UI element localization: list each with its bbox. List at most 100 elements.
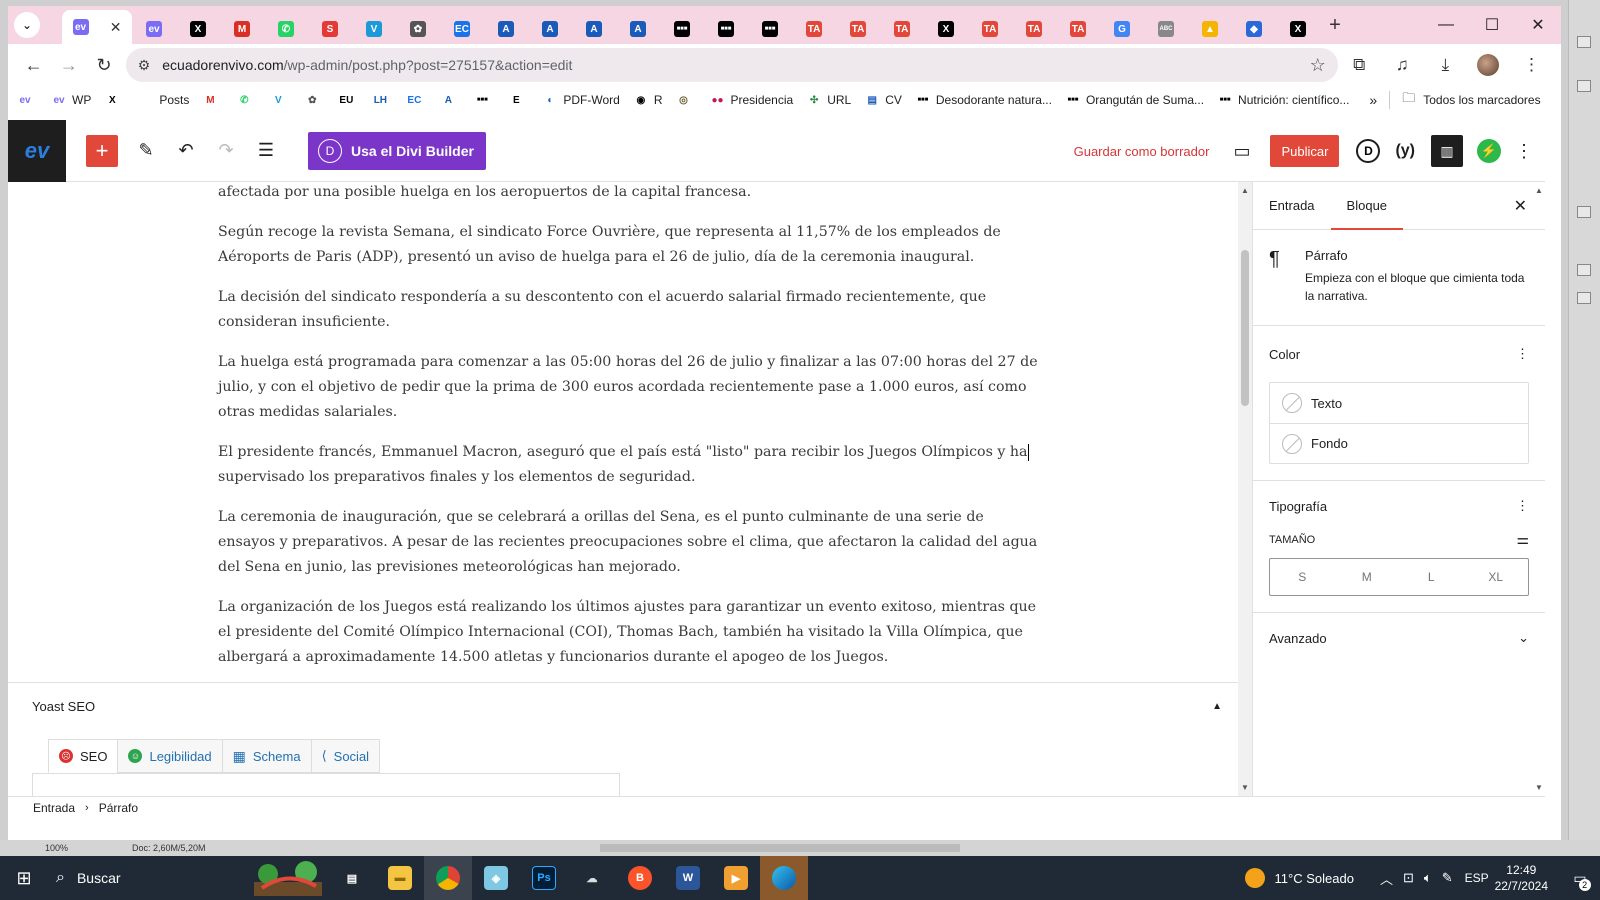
browser-tab[interactable]: ■■■ — [660, 14, 704, 44]
bookmark-item[interactable]: LH — [373, 93, 393, 107]
browser-tab[interactable]: G — [1100, 14, 1144, 44]
paragraph-block[interactable]: Según recoge la revista Semana, el sindi… — [218, 220, 1038, 270]
forward-button[interactable]: → — [51, 49, 86, 81]
undo-icon[interactable]: ↶ — [166, 131, 206, 171]
volume-icon[interactable]: 🔈︎ — [1424, 870, 1432, 886]
bookmark-item[interactable]: V — [271, 93, 291, 107]
tab-search-dropdown[interactable]: ⌄ — [14, 12, 40, 38]
network-icon[interactable]: ⊡ — [1403, 870, 1414, 886]
paragraph-block[interactable]: La huelga está programada para comenzar … — [218, 350, 1038, 425]
chrome-icon[interactable] — [424, 856, 472, 900]
file-explorer-icon[interactable]: ▬ — [376, 856, 424, 900]
bookmark-item[interactable]: X — [105, 93, 125, 107]
language-indicator[interactable]: ESP — [1465, 871, 1489, 885]
notifications-icon[interactable]: ▭ 2 — [1560, 856, 1600, 900]
brave-icon[interactable]: B — [616, 856, 664, 900]
color-options-icon[interactable]: ⋮ — [1516, 346, 1529, 362]
media-control-icon[interactable]: ♫ — [1381, 55, 1424, 75]
more-bookmarks-icon[interactable]: » — [1369, 92, 1377, 108]
breadcrumb-post[interactable]: Entrada — [33, 801, 75, 815]
search-highlight-image[interactable] — [248, 856, 328, 900]
tray-chevron-icon[interactable]: ︿ — [1380, 869, 1393, 888]
browser-tab[interactable]: A — [572, 14, 616, 44]
scroll-up-icon[interactable]: ▲ — [1241, 186, 1249, 195]
bookmark-item[interactable]: EC — [407, 93, 427, 107]
panel-scrollbar[interactable]: ▲ ▼ — [1533, 182, 1545, 796]
browser-tab[interactable]: EC — [440, 14, 484, 44]
options-menu-icon[interactable]: ⋮ — [1515, 141, 1533, 162]
new-tab-button[interactable]: + — [1320, 14, 1350, 37]
bookmark-item[interactable]: ■■■ — [475, 93, 495, 107]
horizontal-scrollbar[interactable] — [600, 844, 960, 852]
canvas-scrollbar[interactable]: ▲ ▼ — [1238, 182, 1252, 796]
bookmark-item[interactable]: ◎ — [676, 93, 696, 107]
weather-sun-icon[interactable] — [1244, 868, 1265, 888]
browser-tab[interactable]: ▲ — [1188, 14, 1232, 44]
bookmark-item[interactable]: E — [509, 93, 529, 107]
browser-tab[interactable]: X — [1276, 14, 1320, 44]
bookmark-item[interactable]: ✆ — [237, 93, 257, 107]
edge-icon[interactable] — [760, 856, 808, 900]
paragraph-block[interactable]: La organización de los Juegos está reali… — [218, 595, 1038, 670]
maximize-icon[interactable]: ☐ — [1469, 6, 1515, 44]
browser-tab[interactable]: ◆ — [1232, 14, 1276, 44]
paragraph-block[interactable]: La decisión del sindicato respondería a … — [218, 285, 1038, 335]
tab-seo[interactable]: ☹ SEO — [48, 739, 119, 773]
site-logo[interactable]: ev — [8, 119, 66, 182]
browser-tab[interactable]: TA — [792, 14, 836, 44]
divi-icon[interactable]: D — [1356, 139, 1381, 163]
tab-post[interactable]: Entrada — [1253, 182, 1331, 230]
windows-start-icon[interactable]: ⊞ — [0, 856, 48, 900]
browser-tab[interactable]: ✆ — [264, 14, 308, 44]
block-inserter-button[interactable]: + — [86, 134, 118, 167]
browser-tab[interactable]: ■■■ — [704, 14, 748, 44]
tab-social[interactable]: ⟨ Social — [310, 739, 381, 773]
image-viewer-icon[interactable]: ☁ — [568, 856, 616, 900]
clock[interactable]: 12:49 22/7/2024 — [1495, 862, 1548, 894]
scrollbar-thumb[interactable] — [1241, 250, 1249, 406]
close-tab-icon[interactable]: ✕ — [110, 19, 122, 36]
bookmark-item[interactable]: ■■■ Desodorante natura... — [916, 93, 1052, 107]
bookmark-item[interactable]: ✣ URL — [807, 93, 851, 107]
size-l-button[interactable]: L — [1399, 559, 1464, 595]
browser-tab[interactable]: ev — [132, 14, 176, 44]
browser-tab[interactable]: TA — [1012, 14, 1056, 44]
preview-icon[interactable]: ▭ — [1233, 141, 1250, 162]
bookmark-item[interactable]: ●● Presidencia — [710, 93, 793, 107]
omnibox[interactable]: ⚙ ecuadorenvivo.com/wp-admin/post.php?po… — [125, 48, 1338, 82]
size-m-button[interactable]: M — [1335, 559, 1400, 595]
text-color-button[interactable]: Texto — [1270, 383, 1528, 423]
browser-tab[interactable]: TA — [968, 14, 1012, 44]
document-overview-icon[interactable]: ☰ — [246, 131, 286, 171]
pen-icon[interactable]: ✎ — [1442, 870, 1453, 886]
close-window-icon[interactable]: ✕ — [1515, 6, 1561, 44]
photoshop-icon[interactable]: Ps — [520, 856, 568, 900]
browser-tab[interactable]: TA — [880, 14, 924, 44]
browser-tab[interactable]: A — [484, 14, 528, 44]
task-view-icon[interactable]: ▤ — [328, 856, 376, 900]
publish-button[interactable]: Publicar — [1270, 135, 1340, 167]
advanced-section[interactable]: Avanzado ⌄ — [1253, 613, 1545, 663]
bookmark-item[interactable]: EU — [339, 93, 359, 107]
browser-tab[interactable]: M — [220, 14, 264, 44]
bookmark-item[interactable]: ■■■ Nutrición: científico... — [1218, 93, 1350, 107]
browser-tab[interactable]: V — [352, 14, 396, 44]
close-icon[interactable]: ✕ — [1514, 196, 1527, 216]
collapse-arrow-icon[interactable]: ▲ — [1212, 701, 1222, 712]
divi-builder-button[interactable]: D Usa el Divi Builder — [308, 131, 486, 170]
site-info-icon[interactable]: ⚙ — [138, 57, 151, 74]
save-draft-button[interactable]: Guardar como borrador — [1074, 144, 1210, 159]
redo-icon[interactable]: ↷ — [206, 131, 246, 171]
taskbar-search[interactable]: ⌕ Buscar — [48, 856, 248, 900]
bookmark-item[interactable]: ev WP — [52, 93, 91, 107]
chevron-down-icon[interactable]: ⌄ — [1518, 630, 1529, 646]
browser-tab[interactable]: ■■■ — [748, 14, 792, 44]
bookmark-item[interactable]: ◉ R — [634, 93, 662, 107]
back-button[interactable]: ← — [16, 49, 51, 81]
all-bookmarks-folder[interactable]: 🗀 Todos los marcadores — [1402, 89, 1540, 111]
browser-tab[interactable]: A — [616, 14, 660, 44]
breadcrumb-paragraph[interactable]: Párrafo — [99, 801, 138, 815]
profile-avatar[interactable] — [1467, 54, 1510, 76]
browser-tab[interactable]: A — [528, 14, 572, 44]
browser-tab[interactable]: TA — [1056, 14, 1100, 44]
